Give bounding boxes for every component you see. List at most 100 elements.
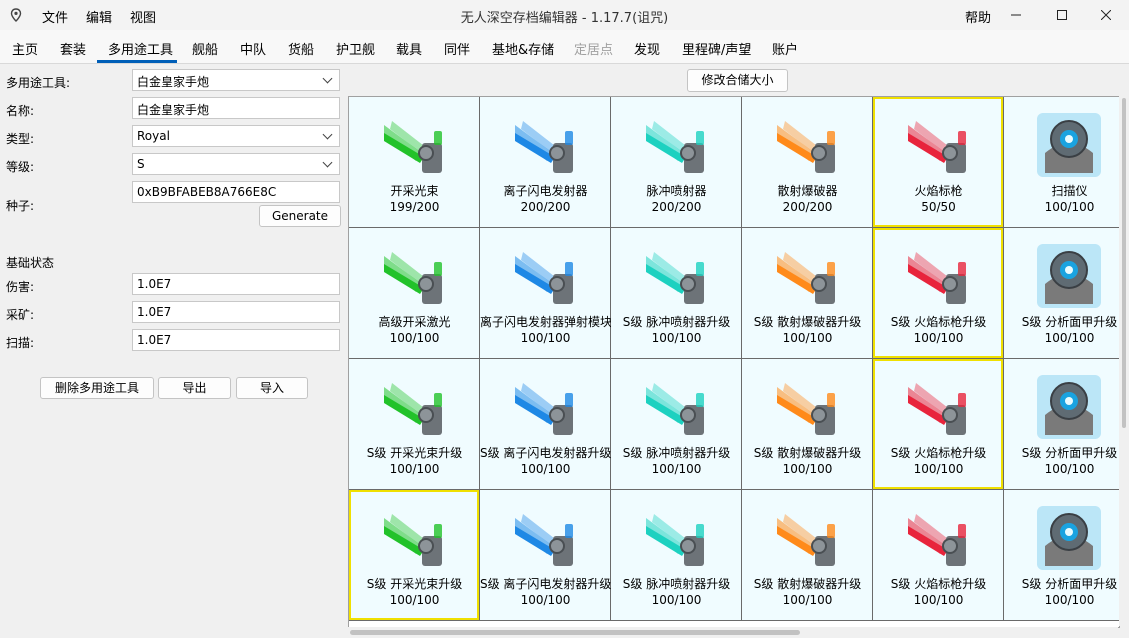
flame-lance-icon	[908, 121, 966, 173]
tech-slot[interactable]: S级 散射爆破器升级 100/100	[742, 359, 873, 490]
tech-slot-name: S级 离子闪电发射器升级	[480, 577, 611, 591]
tab-freighter[interactable]: 货船	[288, 39, 314, 58]
ion-launcher-module-icon	[515, 252, 573, 304]
tech-slot-quantity: 100/100	[913, 462, 964, 476]
tech-slot[interactable]: S级 火焰标枪升级 100/100	[873, 359, 1004, 490]
tab-milestones-reputation[interactable]: 里程碑/声望	[682, 39, 751, 58]
tech-slot[interactable]: S级 开采光束升级 100/100	[349, 490, 480, 621]
tech-slot[interactable]: S级 散射爆破器升级 100/100	[742, 490, 873, 621]
tab-frigates[interactable]: 护卫舰	[336, 39, 375, 58]
tech-slot-name: S级 散射爆破器升级	[753, 577, 862, 591]
scan-input[interactable]: 1.0E7	[132, 329, 340, 351]
delete-multitool-button[interactable]: 删除多用途工具	[40, 377, 154, 399]
tech-slot[interactable]: 脉冲喷射器 200/200	[611, 97, 742, 228]
tech-slot[interactable]: S级 脉冲喷射器升级 100/100	[611, 359, 742, 490]
scatter-blaster-upgrade-icon	[777, 514, 835, 566]
tech-slot[interactable]: S级 火焰标枪升级 100/100	[873, 490, 1004, 621]
tech-slot-quantity: 200/200	[520, 200, 571, 214]
type-select[interactable]: Royal	[132, 125, 340, 147]
tab-discovery[interactable]: 发现	[634, 39, 660, 58]
tech-slot-name: S级 开采光束升级	[366, 446, 463, 460]
tab-vehicles[interactable]: 载具	[396, 39, 422, 58]
tech-slot[interactable]: S级 脉冲喷射器升级 100/100	[611, 228, 742, 359]
vertical-scrollbar[interactable]	[1119, 96, 1129, 626]
tech-slot[interactable]: 高级开采激光 100/100	[349, 228, 480, 359]
tech-slot[interactable]: 离子闪电发射器 200/200	[480, 97, 611, 228]
tech-slot-quantity: 100/100	[520, 593, 571, 607]
minimize-button[interactable]	[993, 0, 1039, 30]
multitool-select[interactable]: 白金皇家手炮	[132, 69, 340, 91]
mining-label: 采矿:	[6, 308, 35, 322]
tech-slot-quantity: 100/100	[782, 462, 833, 476]
tech-slot[interactable]: 扫描仪 100/100	[1004, 97, 1119, 228]
tab-account[interactable]: 账户	[772, 39, 798, 58]
tech-slot[interactable]: S级 散射爆破器升级 100/100	[742, 228, 873, 359]
tech-slot[interactable]: 散射爆破器 200/200	[742, 97, 873, 228]
tab-multitool[interactable]: 多用途工具	[108, 39, 173, 58]
class-select[interactable]: S	[132, 153, 340, 175]
tech-slot-quantity: 100/100	[389, 331, 440, 345]
tech-slot-quantity: 199/200	[389, 200, 440, 214]
analysis-visor-upgrade-icon	[1037, 506, 1101, 570]
generate-seed-button[interactable]: Generate	[259, 205, 341, 227]
damage-input[interactable]: 1.0E7	[132, 273, 340, 295]
close-icon	[1101, 10, 1111, 20]
tech-slot-name: S级 火焰标枪升级	[890, 315, 987, 329]
tech-slot-quantity: 100/100	[389, 462, 440, 476]
tech-slot[interactable]: S级 分析面甲升级 100/100	[1004, 490, 1119, 621]
tech-slot-quantity: 100/100	[651, 593, 702, 607]
minimize-icon	[1011, 14, 1021, 16]
technology-slots: 开采光束 199/200 离子闪电发射器 200/200 脉冲喷射器 200/200 散射爆…	[349, 97, 1119, 621]
ion-launcher-upgrade-icon	[515, 514, 573, 566]
maximize-button[interactable]	[1039, 0, 1085, 30]
tech-slot-name: 高级开采激光	[378, 315, 451, 329]
menu-edit[interactable]: 编辑	[84, 7, 114, 26]
horizontal-scrollbar[interactable]	[348, 627, 1118, 638]
tech-slot[interactable]: 开采光束 199/200	[349, 97, 480, 228]
tech-slot[interactable]: 离子闪电发射器弹射模块 100/100	[480, 228, 611, 359]
seed-label: 种子:	[6, 199, 35, 213]
tech-slot-name: S级 离子闪电发射器升级	[480, 446, 611, 460]
tab-squadron[interactable]: 中队	[240, 39, 266, 58]
menu-help[interactable]: 帮助	[965, 7, 991, 26]
tech-slot[interactable]: S级 火焰标枪升级 100/100	[873, 228, 1004, 359]
damage-label: 伤害:	[6, 280, 35, 294]
tab-suit[interactable]: 套装	[60, 39, 86, 58]
location-pin-icon	[10, 8, 22, 22]
tech-slot-name: 离子闪电发射器弹射模块	[480, 315, 611, 329]
vertical-scroll-thumb[interactable]	[1122, 98, 1126, 428]
seed-input[interactable]: 0xB9BFABEB8A766E8C	[132, 181, 340, 203]
tech-slot[interactable]: S级 分析面甲升级 100/100	[1004, 228, 1119, 359]
horizontal-scroll-thumb[interactable]	[350, 630, 800, 635]
menu-view[interactable]: 视图	[128, 7, 158, 26]
analysis-visor-upgrade-icon	[1037, 244, 1101, 308]
tech-slot-name: 火焰标枪	[914, 184, 963, 198]
export-button[interactable]: 导出	[158, 377, 231, 399]
tab-home[interactable]: 主页	[12, 39, 38, 58]
tech-slot[interactable]: S级 离子闪电发射器升级 100/100	[480, 359, 611, 490]
tab-starships[interactable]: 舰船	[192, 39, 218, 58]
tech-slot-quantity: 100/100	[782, 593, 833, 607]
mining-input[interactable]: 1.0E7	[132, 301, 340, 323]
tech-slot-name: S级 脉冲喷射器升级	[622, 577, 731, 591]
tech-slot[interactable]: S级 开采光束升级 100/100	[349, 359, 480, 490]
tech-slot[interactable]: S级 分析面甲升级 100/100	[1004, 359, 1119, 490]
multitool-label: 多用途工具:	[6, 76, 71, 90]
mining-beam-upgrade-icon	[384, 383, 442, 435]
technology-grid: 开采光束 199/200 离子闪电发射器 200/200 脉冲喷射器 200/200 散射爆…	[348, 96, 1120, 628]
import-button[interactable]: 导入	[236, 377, 308, 399]
base-stats-heading: 基础状态	[6, 256, 55, 270]
pulse-spitter-icon	[646, 121, 704, 173]
flame-lance-upgrade-icon	[908, 252, 966, 304]
tab-bases-storage[interactable]: 基地&存储	[492, 39, 554, 58]
name-input[interactable]: 白金皇家手炮	[132, 97, 340, 119]
resize-storage-button[interactable]: 修改合储大小	[687, 69, 788, 92]
menu-file[interactable]: 文件	[40, 7, 70, 26]
close-button[interactable]	[1083, 0, 1129, 30]
type-label: 类型:	[6, 132, 35, 146]
tech-slot[interactable]: S级 离子闪电发射器升级 100/100	[480, 490, 611, 621]
tab-companions[interactable]: 同伴	[444, 39, 470, 58]
tech-slot[interactable]: S级 脉冲喷射器升级 100/100	[611, 490, 742, 621]
tech-slot-name: S级 脉冲喷射器升级	[622, 446, 731, 460]
tech-slot[interactable]: 火焰标枪 50/50	[873, 97, 1004, 228]
